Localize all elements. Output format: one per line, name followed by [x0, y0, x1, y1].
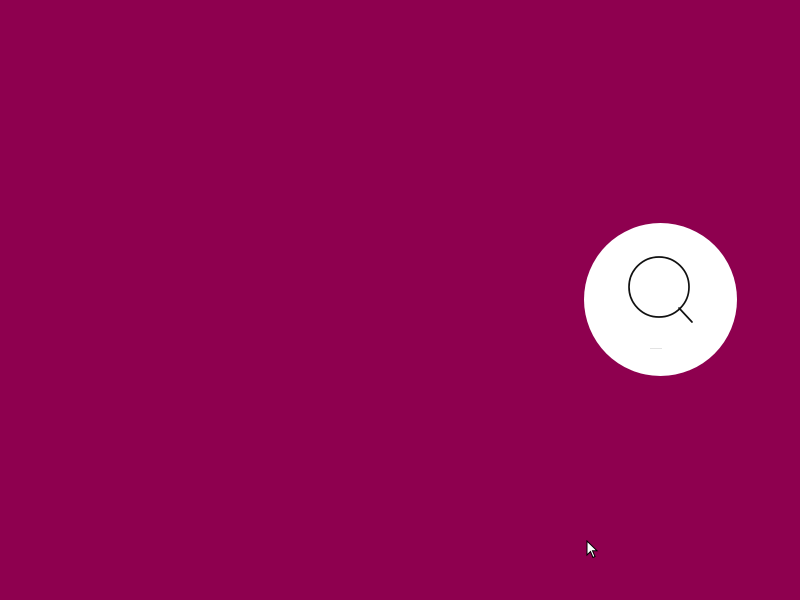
search-button-underline — [650, 348, 662, 349]
mouse-cursor-icon — [586, 540, 599, 559]
search-icon — [628, 256, 693, 323]
app-background — [0, 0, 800, 600]
search-button[interactable] — [584, 223, 737, 376]
